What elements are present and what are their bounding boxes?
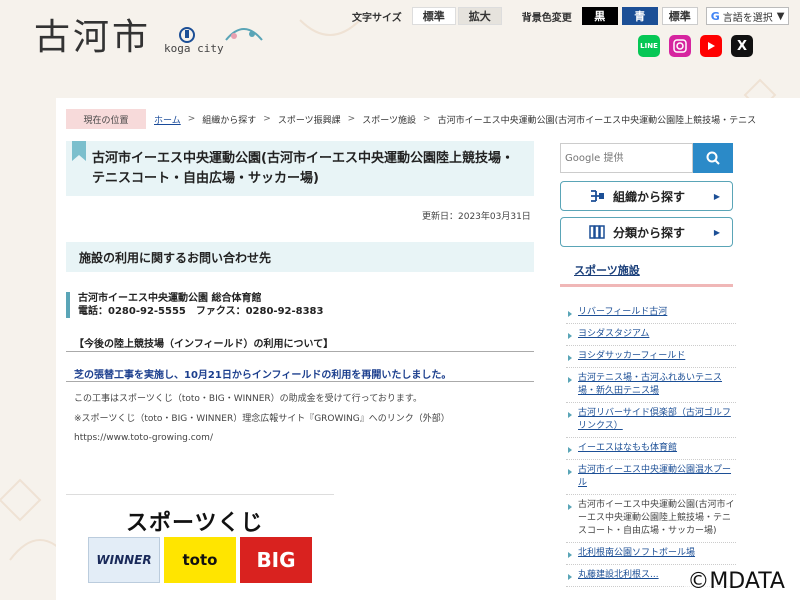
sns-links: LINE X — [638, 35, 753, 57]
logo-text: 古河市 — [34, 17, 152, 58]
notice-highlight: 芝の張替工事を実施し、10月21日からインフィールドの利用を再開いたしました。 — [74, 370, 452, 381]
body-text-url[interactable]: https://www.toto-growing.com/ — [74, 433, 213, 443]
divider — [66, 381, 534, 382]
bg-blue-button[interactable]: 青 — [621, 7, 658, 25]
big-label: BIG — [256, 548, 296, 572]
page-title-line1: 古河市イーエス中央運動公園(古河市イーエス中央運動公園陸上競技場・ — [92, 151, 514, 166]
sidebar-item[interactable]: 古河テニス場・古河ふれあいテニス場・新久田テニス場 — [566, 368, 736, 403]
contact-phone: 電話：0280-92-5555 ファクス：0280-92-8383 — [78, 306, 324, 317]
contact-info: 古河市イーエス中央運動公園 総合体育館 電話：0280-92-5555 ファクス… — [66, 292, 534, 318]
search-by-category-button[interactable]: 分類から探す ▶ — [560, 217, 733, 247]
breadcrumb-separator: > — [187, 114, 196, 124]
sidebar-item[interactable]: ヨシダスタジアム — [566, 324, 736, 346]
notice-title: 【今後の陸上競技場（インフィールド）の利用について】 — [74, 339, 334, 350]
sidebar-category-heading[interactable]: スポーツ施設 — [574, 262, 640, 278]
updated-date: 更新日：2023年03月31日 — [422, 212, 531, 222]
sidebar-item-current: 古河市イーエス中央運動公園(古河市イーエス中央運動公園陸上競技場・テニスコート・… — [566, 495, 736, 543]
sidebar-item[interactable]: 北利根南公園ソフトボール場 — [566, 543, 736, 565]
breadcrumb-page: 古河市イーエス中央運動公園(古河市イーエス中央運動公園陸上競技場・テニス — [437, 115, 757, 126]
toto-logo: toto — [164, 537, 236, 583]
chevron-right-icon: ▶ — [713, 191, 720, 201]
sidebar-item[interactable]: イーエスはなもも体育館 — [566, 438, 736, 460]
google-icon: G — [710, 9, 720, 23]
breadcrumb: 現在の位置 ホーム > 組織から探す > スポーツ振興課 > スポーツ施設 > … — [66, 109, 800, 129]
contact-name: 古河市イーエス中央運動公園 総合体育館 — [78, 293, 262, 304]
search-icon — [706, 151, 720, 165]
youtube-icon[interactable] — [700, 35, 722, 57]
breadcrumb-current-label: 現在の位置 — [66, 109, 146, 129]
sports-lottery-banner[interactable]: スポーツくじ WINNER toto BIG — [66, 494, 334, 600]
search-input[interactable] — [560, 143, 693, 173]
bg-standard-button[interactable]: 標準 — [661, 7, 698, 25]
breadcrumb-separator: > — [347, 114, 356, 124]
line-icon[interactable]: LINE — [638, 35, 660, 57]
copyright-watermark: ©MDATA — [684, 569, 788, 594]
category-icon — [589, 225, 605, 239]
winner-logo: WINNER — [88, 537, 160, 583]
search-button[interactable] — [693, 143, 733, 173]
divider — [66, 351, 534, 352]
search-by-category-label: 分類から探す — [613, 225, 686, 240]
font-size-standard-button[interactable]: 標準 — [411, 7, 456, 25]
site-search — [560, 143, 733, 173]
toto-label: toto — [182, 551, 218, 569]
sidebar-facility-list: リバーフィールド古河 ヨシダスタジアム ヨシダサッカーフィールド 古河テニス場・… — [566, 302, 736, 587]
city-emblem-icon — [179, 27, 195, 43]
org-chart-icon — [591, 190, 604, 202]
breadcrumb-org[interactable]: 組織から探す — [202, 113, 256, 126]
font-size-label: 文字サイズ — [352, 12, 402, 24]
chevron-right-icon: ▶ — [713, 227, 720, 237]
instagram-icon[interactable] — [669, 35, 691, 57]
page-title: 古河市イーエス中央運動公園(古河市イーエス中央運動公園陸上競技場・ テニスコート… — [66, 141, 534, 196]
language-select-label: 言語を選択 — [722, 12, 773, 24]
sidebar-item[interactable]: リバーフィールド古河 — [566, 302, 736, 324]
font-size-large-button[interactable]: 拡大 — [457, 7, 502, 25]
section-heading: 施設の利用に関するお問い合わせ先 — [66, 242, 534, 272]
winner-label: WINNER — [96, 553, 152, 567]
bg-color-label: 背景色変更 — [521, 12, 572, 24]
x-icon[interactable]: X — [731, 35, 753, 57]
mascot-logo-icon — [225, 28, 263, 41]
site-logo[interactable]: 古河市 — [34, 20, 151, 56]
sidebar-item[interactable]: ヨシダサッカーフィールド — [566, 346, 736, 368]
big-logo: BIG — [240, 537, 312, 583]
breadcrumb-separator: > — [423, 114, 431, 124]
page-title-line2: テニスコート・自由広場・サッカー場) — [92, 171, 319, 186]
sidebar-item[interactable]: 古河リバーサイド倶楽部（古河ゴルフリンクス） — [566, 403, 736, 438]
search-by-org-button[interactable]: 組織から探す ▶ — [560, 181, 733, 211]
chevron-down-icon: ▼ — [776, 10, 785, 22]
category-underline — [560, 284, 733, 287]
sidebar-item[interactable]: 古河市イーエス中央運動公園温水プール — [566, 460, 736, 495]
body-text-2[interactable]: ※スポーツくじ（toto・BIG・WINNER）理念広報サイト『GROWING』… — [74, 411, 450, 424]
banner-title: スポーツくじ — [126, 511, 264, 536]
language-select-button[interactable]: G 言語を選択 ▼ — [705, 7, 790, 25]
search-by-org-label: 組織から探す — [613, 189, 686, 204]
breadcrumb-separator: > — [263, 114, 271, 124]
utility-bar: 文字サイズ 標準 拡大 背景色変更 黒 青 標準 G 言語を選択 ▼ — [352, 7, 790, 25]
bg-black-button[interactable]: 黒 — [581, 7, 618, 25]
body-text-1: この工事はスポーツくじ（toto・BIG・WINNER）の助成金を受けて行ってお… — [74, 394, 423, 404]
bookmark-icon — [72, 141, 86, 161]
breadcrumb-category[interactable]: スポーツ施設 — [362, 113, 416, 126]
breadcrumb-dept[interactable]: スポーツ振興課 — [278, 113, 341, 126]
breadcrumb-home[interactable]: ホーム — [154, 113, 181, 126]
